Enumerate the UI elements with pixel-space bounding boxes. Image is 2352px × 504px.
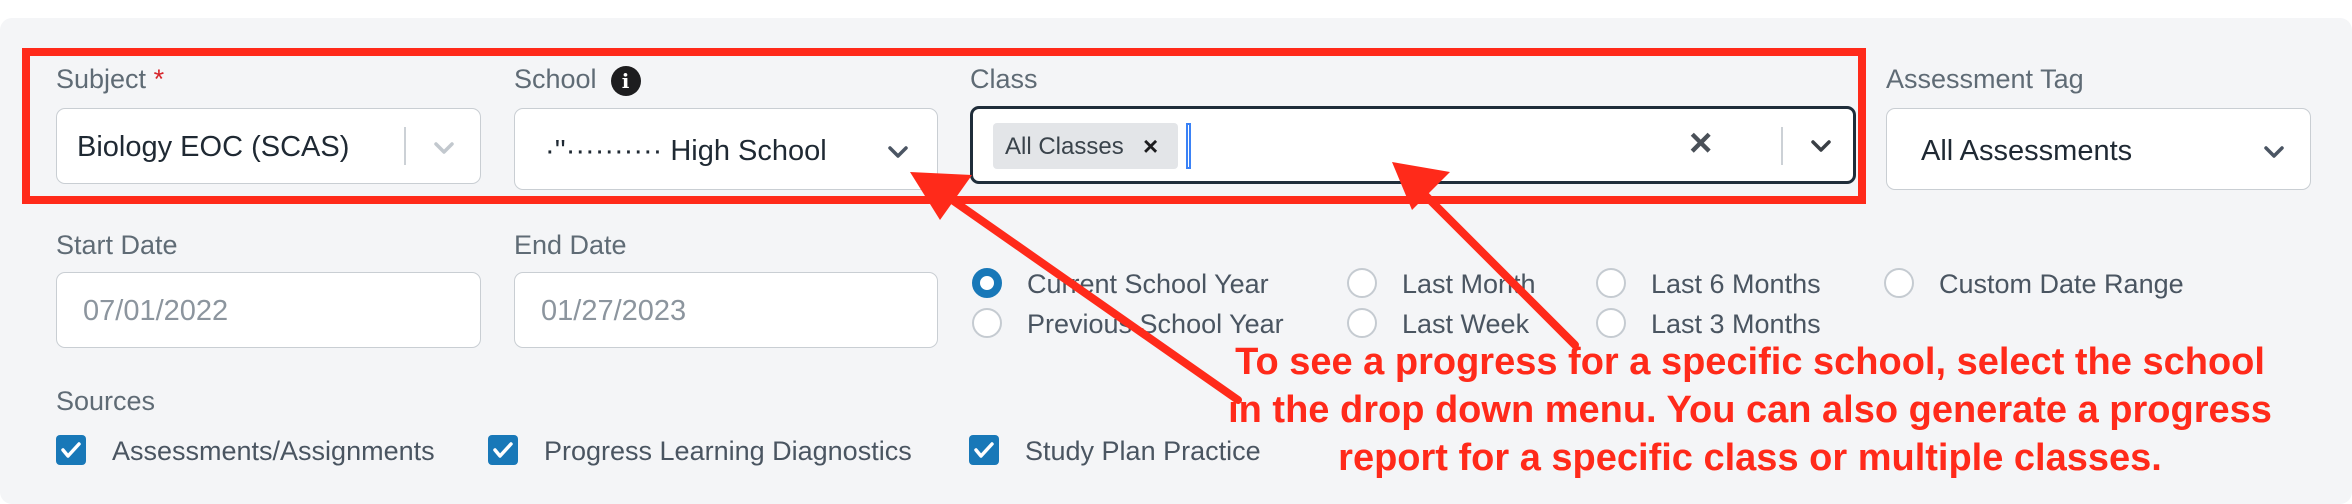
annotation-line-2: in the drop down menu. You can also gene…: [1228, 389, 2272, 431]
annotation-arrow-to-class: [1392, 162, 1579, 349]
annotation-text: To see a progress for a specific school,…: [1150, 338, 2350, 482]
annotation-line-3: report for a specific class or multiple …: [1338, 437, 2162, 479]
annotation-line-1: To see a progress for a specific school,…: [1235, 341, 2265, 383]
